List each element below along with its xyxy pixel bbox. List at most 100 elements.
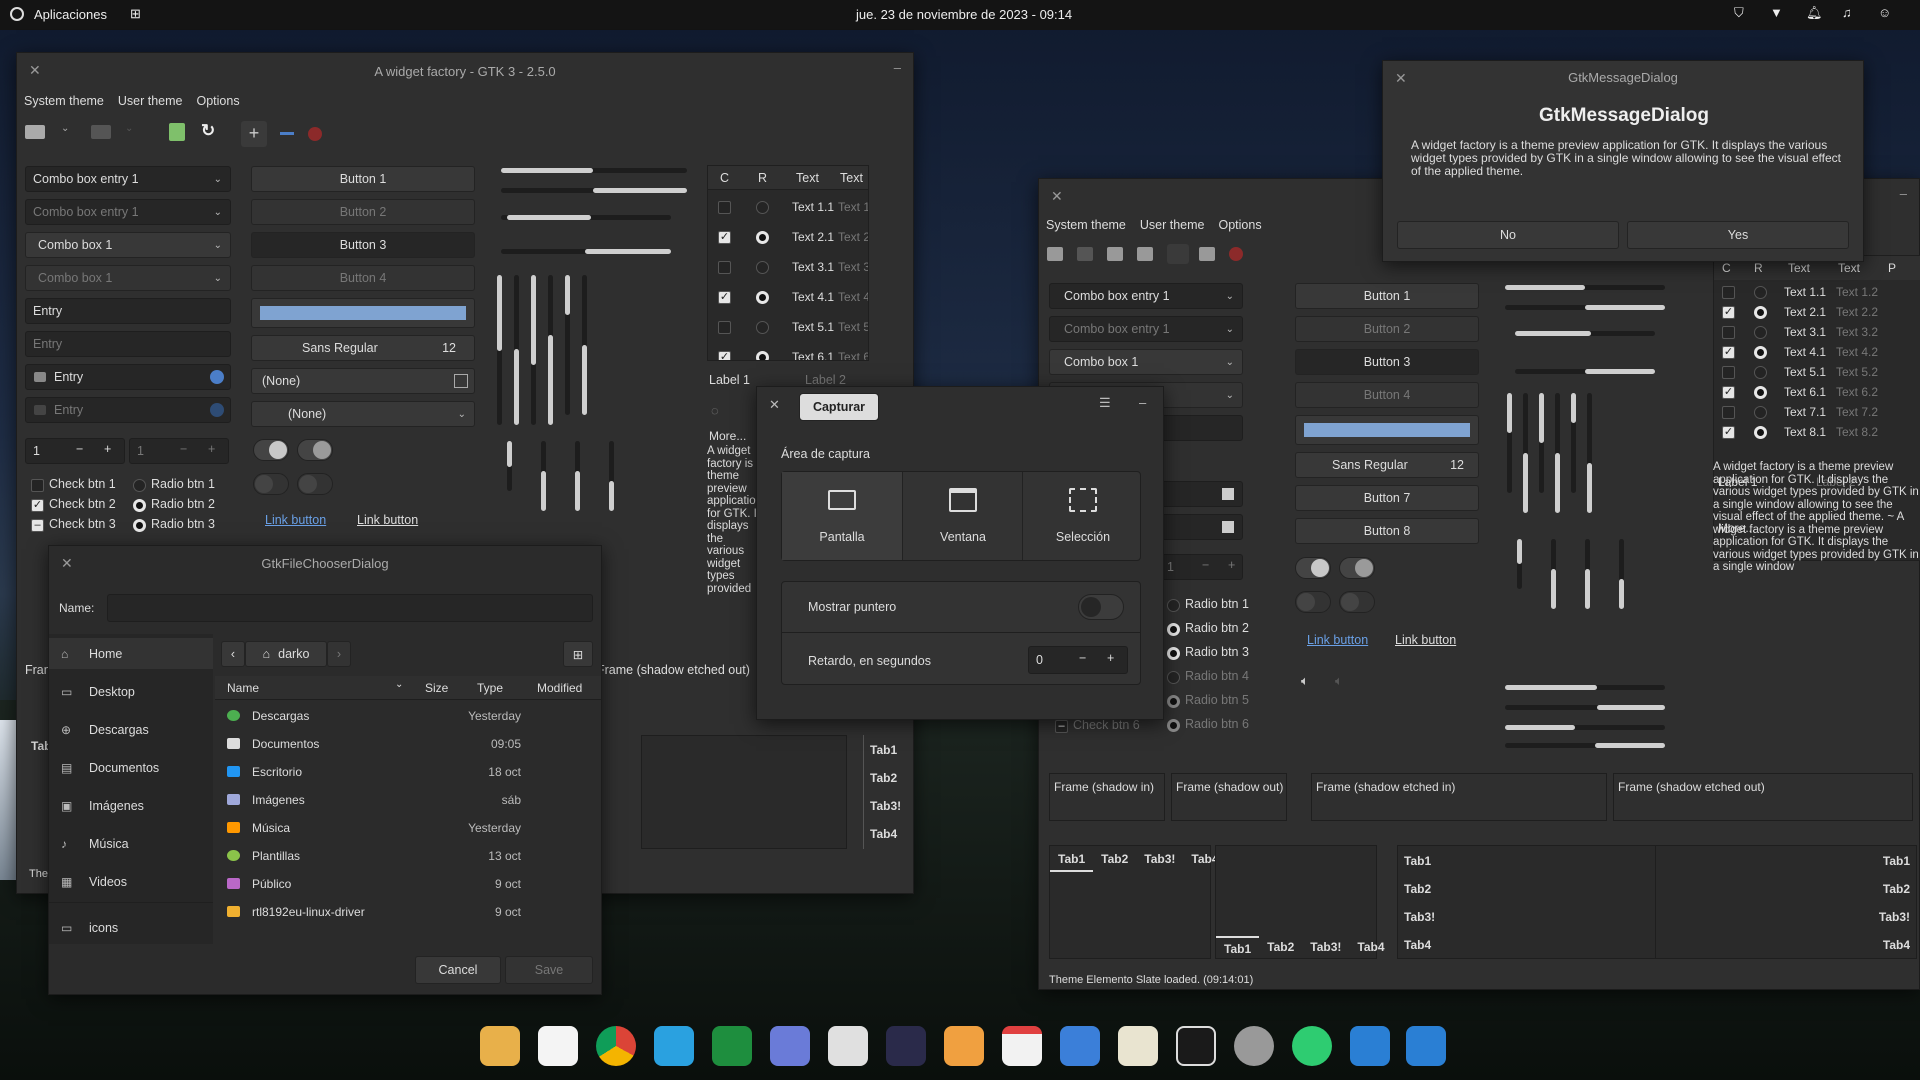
chevron-down-icon[interactable]: ⌄ [1226, 291, 1234, 302]
software-icon[interactable] [538, 1026, 578, 1066]
clear-icon[interactable] [34, 372, 46, 382]
col-type[interactable]: Type [477, 681, 503, 695]
switch-on[interactable] [253, 439, 289, 461]
sidebar-item-documentos[interactable]: ▤ Documentos [49, 752, 183, 783]
no-button[interactable]: No [1397, 221, 1619, 249]
tab-4[interactable]: Tab4 [1349, 936, 1392, 960]
search-icon[interactable] [1222, 521, 1234, 533]
vscale-7[interactable] [1517, 539, 1522, 589]
combo-box-1[interactable]: Combo box 1 ⌄ [1049, 349, 1243, 375]
hscale-3[interactable] [501, 215, 671, 220]
switch-on-2[interactable] [297, 439, 333, 461]
video-player-icon[interactable] [886, 1026, 926, 1066]
text-editor-icon[interactable] [1118, 1026, 1158, 1066]
calendar-icon[interactable] [1002, 1026, 1042, 1066]
vscale-7[interactable] [507, 441, 512, 491]
list-item[interactable]: Plantillas 13 oct [215, 844, 531, 867]
row-check[interactable] [1722, 406, 1735, 419]
col-c[interactable]: C [1722, 261, 1731, 275]
row-check[interactable]: ✓ [1722, 346, 1735, 359]
list-item[interactable]: Descargas Yesterday [215, 704, 531, 727]
stop-icon[interactable] [1229, 247, 1243, 261]
row-radio[interactable] [756, 291, 769, 304]
menu-icon[interactable]: ☰ [1099, 395, 1111, 411]
link-button-2[interactable]: Link button [1395, 633, 1456, 647]
list-item[interactable]: Música Yesterday [215, 816, 531, 839]
menu-user-theme[interactable]: User theme [1140, 218, 1205, 232]
row-check[interactable]: ✓ [718, 351, 731, 360]
vscale-3[interactable] [531, 275, 536, 425]
mode-seleccion[interactable]: Selección [1022, 472, 1142, 560]
minimize-icon[interactable]: – [1139, 395, 1146, 410]
tab-1[interactable]: Tab1 [870, 743, 897, 757]
col-modified[interactable]: Modified [537, 681, 582, 695]
tab-2[interactable]: Tab2 [1883, 882, 1910, 896]
radio-btn-2[interactable] [133, 499, 146, 512]
tab-2[interactable]: Tab2 [1093, 848, 1136, 872]
contacts-icon[interactable] [1060, 1026, 1100, 1066]
open-icon[interactable] [1047, 247, 1063, 261]
table-row[interactable]: Text 3.1Text 3.2 [708, 256, 868, 280]
music-player-icon[interactable] [828, 1026, 868, 1066]
plus-icon[interactable]: + [104, 442, 111, 456]
radio-btn-3[interactable] [1167, 647, 1180, 660]
check-btn-1[interactable] [31, 479, 44, 492]
menu-options[interactable]: Options [1219, 218, 1262, 232]
vscale-2[interactable] [514, 275, 519, 425]
sidebar-item-imagenes[interactable]: ▣ Imágenes [49, 790, 183, 821]
combo-none[interactable]: (None) ⌄ [251, 401, 475, 427]
row-radio[interactable] [756, 231, 769, 244]
folder-icon[interactable] [25, 125, 45, 139]
font-button[interactable]: Sans Regular 12 [1295, 452, 1479, 478]
stop-icon[interactable] [308, 127, 322, 141]
vscale-10[interactable] [609, 441, 614, 511]
file-chooser-button[interactable]: (None) [251, 368, 475, 394]
close-icon[interactable]: ✕ [1395, 70, 1407, 87]
add-icon[interactable] [1167, 244, 1189, 264]
font-button[interactable]: Sans Regular 12 [251, 335, 475, 361]
tab-4[interactable]: Tab4 [1883, 938, 1910, 952]
camera-icon[interactable] [654, 1026, 694, 1066]
terminal-icon[interactable] [1176, 1026, 1216, 1066]
hscale-1[interactable] [1505, 285, 1665, 290]
chevron-down-icon[interactable]: ⌄ [61, 123, 69, 134]
vscode-insiders-icon[interactable] [1406, 1026, 1446, 1066]
check-btn-3[interactable]: – [31, 519, 44, 532]
pointer-switch[interactable] [1078, 594, 1124, 620]
switch-off-2[interactable] [1339, 591, 1375, 613]
close-icon[interactable]: ✕ [769, 397, 780, 413]
row-check[interactable]: ✓ [1722, 306, 1735, 319]
tab-3[interactable]: Tab3! [1302, 936, 1349, 960]
shield-icon[interactable]: ⛉ [1734, 5, 1744, 21]
col-text-2[interactable]: Text [1838, 261, 1860, 275]
row-radio[interactable] [1754, 386, 1767, 399]
tab-1[interactable]: Tab1 [1883, 854, 1910, 868]
list-item[interactable]: Documentos 09:05 [215, 732, 531, 755]
refresh-icon[interactable]: ↻ [201, 121, 215, 141]
vscale-3[interactable] [1539, 393, 1544, 493]
button-3[interactable]: Button 3 [1295, 349, 1479, 375]
update-icon[interactable] [1292, 1026, 1332, 1066]
vscale-1[interactable] [497, 275, 502, 425]
row-check[interactable]: ✓ [718, 231, 731, 244]
row-radio[interactable] [1754, 426, 1767, 439]
radio-btn-3[interactable] [133, 519, 146, 532]
list-item[interactable]: rtl8192eu-linux-driver 9 oct [215, 900, 531, 923]
row-radio[interactable] [756, 261, 769, 274]
menu-system-theme[interactable]: System theme [24, 94, 104, 108]
name-field[interactable] [107, 594, 593, 622]
mail-icon[interactable] [944, 1026, 984, 1066]
save-icon[interactable] [169, 123, 185, 141]
button-1[interactable]: Button 1 [1295, 283, 1479, 309]
wifi-icon[interactable]: ▼ [1770, 5, 1783, 20]
tab-3[interactable]: Tab3! [1879, 910, 1910, 924]
minimize-icon[interactable]: – [1900, 186, 1907, 201]
hscale-3[interactable] [1515, 331, 1655, 336]
row-check[interactable]: ✓ [1722, 386, 1735, 399]
vscode-icon[interactable] [1350, 1026, 1390, 1066]
switch-on-2[interactable] [1339, 557, 1375, 579]
table-row[interactable]: ✓ Text 8.1 Text 8.2 [1714, 422, 1920, 446]
col-p[interactable]: P [1888, 261, 1896, 275]
sidebar-item-videos[interactable]: ▦ Videos [49, 866, 183, 897]
user-icon[interactable]: ☺ [1878, 5, 1891, 20]
